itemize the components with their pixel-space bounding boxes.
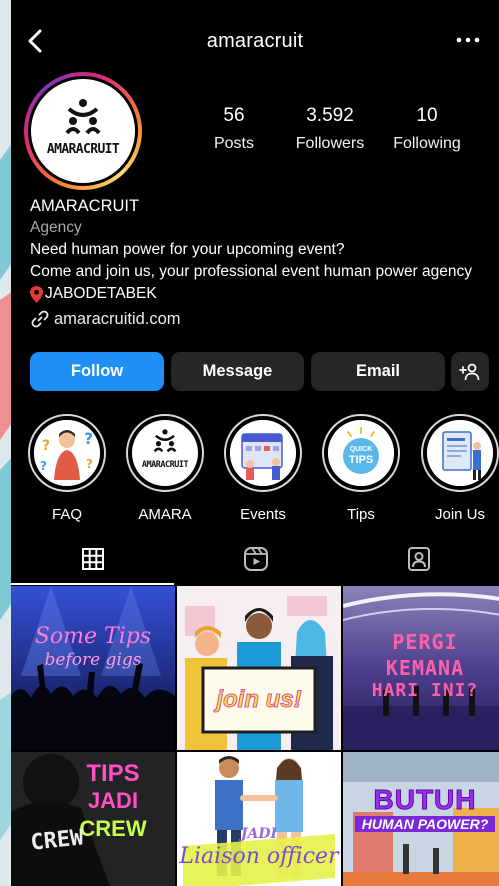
post-caption-line: BUTUH — [373, 784, 477, 816]
post-tile[interactable]: join us! — [177, 586, 341, 750]
bio-location: JABODETABEK — [30, 283, 495, 305]
post-caption-line: JADI — [87, 788, 139, 813]
stat-followers[interactable]: 3.592 Followers — [280, 105, 380, 153]
events-highlight-image — [230, 420, 296, 486]
link-icon — [31, 310, 49, 328]
post-caption-line: PERGI — [392, 630, 458, 654]
website-link[interactable]: amaracruitid.com — [30, 308, 495, 330]
post-caption-line: JADI — [240, 826, 278, 842]
stat-posts[interactable]: 56 Posts — [184, 105, 284, 153]
highlight-label: AMARA — [138, 506, 192, 523]
bio-line: Need human power for your upcoming event… — [30, 241, 345, 258]
highlight-tips[interactable]: QUICK TIPS Tips — [322, 414, 400, 523]
tagged-icon — [407, 547, 430, 571]
post-caption-line: KEMANA — [385, 656, 465, 680]
amaracruit-logo-mark — [65, 99, 101, 135]
highlight-join-us[interactable]: Join Us — [421, 414, 499, 523]
post-caption-line: before gigs — [44, 650, 142, 670]
profile-name: AMARACRUIT — [30, 197, 140, 215]
posts-count: 56 — [223, 105, 245, 126]
svg-text:?: ? — [42, 438, 50, 454]
email-button[interactable]: Email — [311, 352, 445, 391]
tab-reels[interactable] — [174, 535, 337, 583]
profile-avatar[interactable]: AMARACRUIT — [24, 72, 142, 190]
avatar-logo-text: AMARACRUIT — [46, 142, 120, 157]
followers-count: 3.592 — [306, 105, 354, 126]
posts-label: Posts — [213, 135, 254, 152]
profile-tabs — [11, 535, 499, 585]
highlight-logo-text: AMARACRUIT — [141, 460, 189, 470]
tab-posts-grid[interactable] — [11, 535, 174, 583]
svg-text:?: ? — [40, 459, 47, 473]
join-us-people-image — [177, 586, 341, 750]
faq-highlight-image: ? ? ? ? — [34, 420, 100, 486]
post-tile[interactable]: BUTUH HUMAN PAOWER? — [343, 752, 499, 886]
following-label: Following — [393, 135, 461, 152]
highlight-label: FAQ — [51, 506, 82, 523]
location-pin-icon — [30, 285, 43, 303]
add-user-icon — [459, 363, 480, 380]
post-caption-line: HUMAN PAOWER? — [355, 816, 495, 832]
profile-username: amaracruit — [206, 30, 304, 52]
amaracruit-logo-mark — [153, 429, 177, 453]
instagram-profile-screen: amaracruit AMARACRUIT 56 Posts 3.592 Fol… — [11, 0, 499, 886]
post-caption-line: Liaison officer — [179, 844, 339, 869]
highlight-faq[interactable]: ? ? ? ? FAQ — [28, 414, 106, 523]
active-tab-indicator — [11, 583, 174, 585]
message-button[interactable]: Message — [171, 352, 304, 391]
stat-following[interactable]: 10 Following — [377, 105, 477, 153]
post-caption: join us! — [216, 686, 302, 714]
followers-label: Followers — [295, 135, 365, 152]
post-caption-line: HARI INI? — [371, 680, 479, 701]
bio-line: Come and join us, your professional even… — [30, 263, 473, 280]
top-bar: amaracruit — [11, 22, 499, 62]
quick-tips-badge-icon — [328, 420, 394, 486]
more-horizontal-icon[interactable] — [453, 28, 483, 52]
grid-icon — [81, 548, 104, 570]
post-caption-line: Some Tips — [34, 624, 152, 649]
tips-badge-line2: TIPS — [348, 454, 374, 466]
location-text: JABODETABEK — [45, 285, 157, 302]
follow-button[interactable]: Follow — [30, 352, 164, 391]
post-caption-line: TIPS — [86, 760, 140, 787]
reels-icon — [243, 547, 268, 571]
highlight-label: Events — [240, 506, 286, 523]
highlight-amara[interactable]: AMARACRUIT AMARA — [126, 414, 204, 523]
following-count: 10 — [416, 105, 438, 126]
svg-text:?: ? — [86, 457, 93, 471]
tab-tagged[interactable] — [337, 535, 499, 583]
post-tile[interactable]: PERGI KEMANA HARI INI? — [343, 586, 499, 750]
website-text: amaracruitid.com — [54, 310, 181, 328]
post-tile[interactable]: TIPS JADI CREW CREW — [11, 752, 175, 886]
suggested-users-button[interactable] — [451, 352, 489, 391]
profile-bio: AMARACRUIT Agency Need human power for y… — [30, 195, 495, 330]
highlight-events[interactable]: Events — [224, 414, 302, 523]
tips-badge-line1: QUICK — [349, 446, 373, 453]
join-us-highlight-image — [427, 420, 493, 486]
post-tile[interactable]: JADI Liaison officer — [177, 752, 341, 886]
post-tile[interactable]: Some Tips before gigs — [11, 586, 175, 750]
highlight-label: Join Us — [434, 506, 486, 523]
profile-category: Agency — [30, 219, 82, 236]
highlight-label: Tips — [347, 506, 375, 523]
svg-text:?: ? — [84, 429, 93, 448]
